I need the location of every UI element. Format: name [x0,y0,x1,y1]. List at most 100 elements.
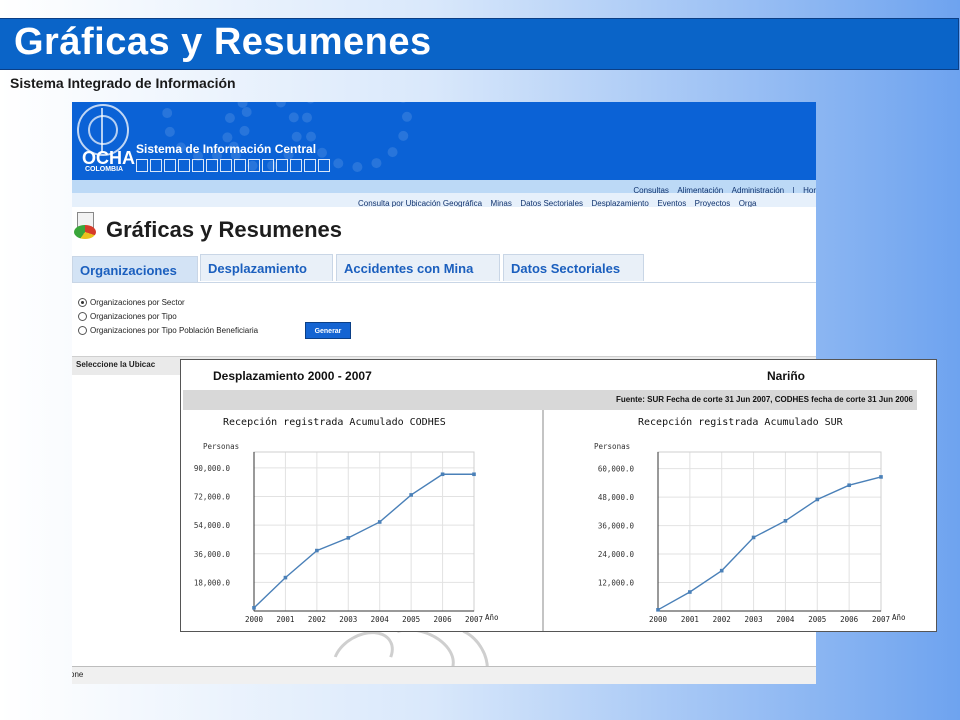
y-tick-label: 60,000.0 [598,465,635,474]
y-axis-label: Personas [594,442,630,451]
option-label: Organizaciones por Tipo [90,311,177,321]
data-point [751,535,756,540]
module-icon [234,159,246,172]
tab-organizaciones[interactable]: Organizaciones [72,256,198,282]
y-tick-label: 90,000.0 [194,464,231,473]
chart-title: Recepción registrada Acumulado CODHES [223,416,446,428]
org-country: COLOMBIA [85,166,124,173]
data-point [719,568,724,573]
x-tick-label: 2000 [649,615,668,624]
x-tick-label: 2003 [339,615,357,624]
data-point [409,493,413,497]
data-point [472,472,476,477]
module-icon [150,159,162,172]
page-title: Gráficas y Resumenes [106,217,343,242]
y-axis-label: Personas [203,442,239,451]
data-point [656,608,660,612]
x-tick-label: 2007 [872,615,890,624]
module-icon [220,159,232,172]
x-tick-label: 2006 [434,615,453,624]
panel-region: Nariño [767,369,806,383]
option-por-sector[interactable]: Organizaciones por Sector [78,295,258,309]
x-tick-label: 2003 [745,615,763,624]
data-point [346,536,351,540]
radio-button[interactable] [78,311,87,321]
menu-desplazamiento[interactable]: Desplazamiento [591,199,648,207]
x-axis-label: Año [485,613,499,622]
x-tick-label: 2002 [308,615,326,624]
option-label: Organizaciones por Sector [90,297,185,307]
module-icon [276,159,288,172]
site-banner: OCHA COLOMBIA Sistema de Información Cen… [72,102,816,180]
y-tick-label: 24,000.0 [598,550,635,559]
module-icon [136,159,148,172]
module-icon [304,159,316,172]
x-tick-label: 2002 [713,615,731,624]
charts-area: Recepción registrada Acumulado CODHES Per… [194,410,906,631]
option-group: Organizaciones por Sector Organizaciones… [78,295,258,337]
plot-frame [657,451,882,612]
x-tick-label: 2005 [808,615,826,624]
module-icon [206,159,218,172]
slide-title: Gráficas y Resumenes [14,21,432,63]
x-tick-label: 2001 [276,615,294,624]
data-point [283,575,288,580]
data-point [879,475,883,479]
data-point [440,472,445,477]
slide-header: Gráficas y Resumenes [0,18,959,70]
y-tick-label: 72,000.0 [194,493,231,502]
source-text: Fuente: SUR Fecha de corte 31 Jun 2007, … [616,395,913,404]
x-tick-label: 2004 [776,615,795,624]
y-tick-label: 12,000.0 [598,579,635,588]
x-tick-label: 2006 [840,615,859,624]
menu-organizaciones[interactable]: Orga [739,199,757,207]
chart-title: Recepción registrada Acumulado SUR [638,416,844,428]
x-tick-label: 2005 [402,615,420,624]
data-point [847,483,851,488]
slide-subtitle: Sistema Integrado de Información [10,75,236,91]
radio-button[interactable] [78,297,87,307]
x-tick-label: 2001 [681,615,699,624]
x-axis-label: Año [892,613,906,622]
tab-bar: Organizaciones Desplazamiento Accidentes… [72,252,816,283]
panel-title: Desplazamiento 2000 - 2007 [213,369,372,383]
data-point [252,606,256,610]
menu-datos-sectoriales[interactable]: Datos Sectoriales [520,199,583,207]
module-icon [192,159,204,172]
x-tick-label: 2007 [465,615,483,624]
module-icon [290,159,302,172]
x-tick-label: 2004 [371,615,390,624]
y-tick-label: 36,000.0 [598,522,635,531]
y-tick-label: 48,000.0 [598,493,635,502]
menu-eventos[interactable]: Eventos [657,199,686,207]
option-por-tipo-poblacion[interactable]: Organizaciones por Tipo Población Benefi… [78,323,258,337]
module-icon [262,159,274,172]
series-line [253,473,474,609]
main-menu: Consulta por Ubicación Geográfica Minas … [72,193,816,207]
data-point [783,519,788,523]
y-tick-label: 18,000.0 [194,578,231,587]
option-label: Organizaciones por Tipo Población Benefi… [90,325,259,335]
status-bar: one [72,666,816,684]
option-por-tipo[interactable]: Organizaciones por Tipo [78,309,258,323]
system-icon-strip [136,159,330,172]
x-tick-label: 2000 [245,615,264,624]
select-location-label: Seleccione la Ubicac [76,360,156,369]
menu-consulta-ubicacion[interactable]: Consulta por Ubicación Geográfica [358,199,482,207]
data-point [688,590,692,594]
module-icon [178,159,190,172]
menu-proyectos[interactable]: Proyectos [695,199,731,207]
data-point [315,548,319,553]
module-icon [164,159,176,172]
radio-button[interactable] [78,325,87,335]
data-point [377,520,382,524]
tab-datos-sectoriales[interactable]: Datos Sectoriales [503,254,644,281]
tab-accidentes-con-mina[interactable]: Accidentes con Mina [336,254,500,281]
y-tick-label: 36,000.0 [194,550,231,559]
tab-desplazamiento[interactable]: Desplazamiento [200,254,333,281]
menu-minas[interactable]: Minas [491,199,512,207]
y-tick-label: 54,000.0 [194,521,231,530]
module-icon [318,159,330,172]
status-text: one [72,670,84,679]
generate-button[interactable]: Generar [305,322,351,339]
